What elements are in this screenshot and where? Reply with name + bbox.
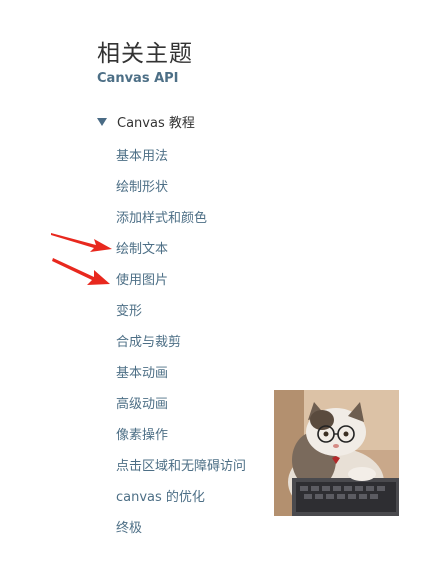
tutorial-link-drawing-text[interactable]: 绘制文本 xyxy=(116,241,246,272)
tutorial-link-optimizing-canvas[interactable]: canvas 的优化 xyxy=(116,489,246,520)
red-arrow-icon xyxy=(52,258,110,285)
tutorial-link-styles-colors[interactable]: 添加样式和颜色 xyxy=(116,210,246,241)
tutorial-link-transformations[interactable]: 变形 xyxy=(116,303,246,334)
tutorial-link-compositing[interactable]: 合成与裁剪 xyxy=(116,334,246,365)
related-topics-heading: 相关主题 xyxy=(97,41,193,67)
related-topics-panel: 相关主题 Canvas API Canvas 教程 基本用法 绘制形状 添加样式… xyxy=(0,0,432,567)
tutorial-link-advanced-animations[interactable]: 高级动画 xyxy=(116,396,246,427)
canvas-api-link[interactable]: Canvas API xyxy=(97,71,179,86)
tutorial-link-list: 基本用法 绘制形状 添加样式和颜色 绘制文本 使用图片 变形 合成与裁剪 基本动… xyxy=(116,148,246,551)
canvas-tutorial-section-label: Canvas 教程 xyxy=(117,115,195,131)
tutorial-link-pixel-manipulation[interactable]: 像素操作 xyxy=(116,427,246,458)
tutorial-link-hit-regions[interactable]: 点击区域和无障碍访问 xyxy=(116,458,246,489)
tutorial-link-basic-usage[interactable]: 基本用法 xyxy=(116,148,246,179)
tutorial-link-basic-animations[interactable]: 基本动画 xyxy=(116,365,246,396)
tutorial-link-drawing-shapes[interactable]: 绘制形状 xyxy=(116,179,246,210)
cat-with-laptop-image xyxy=(274,390,399,516)
tutorial-link-using-images[interactable]: 使用图片 xyxy=(116,272,246,303)
red-arrow-icon xyxy=(51,233,112,252)
tutorial-link-finale[interactable]: 终极 xyxy=(116,520,246,551)
canvas-tutorial-section-toggle[interactable]: Canvas 教程 xyxy=(97,112,195,131)
triangle-down-icon[interactable] xyxy=(97,117,107,126)
